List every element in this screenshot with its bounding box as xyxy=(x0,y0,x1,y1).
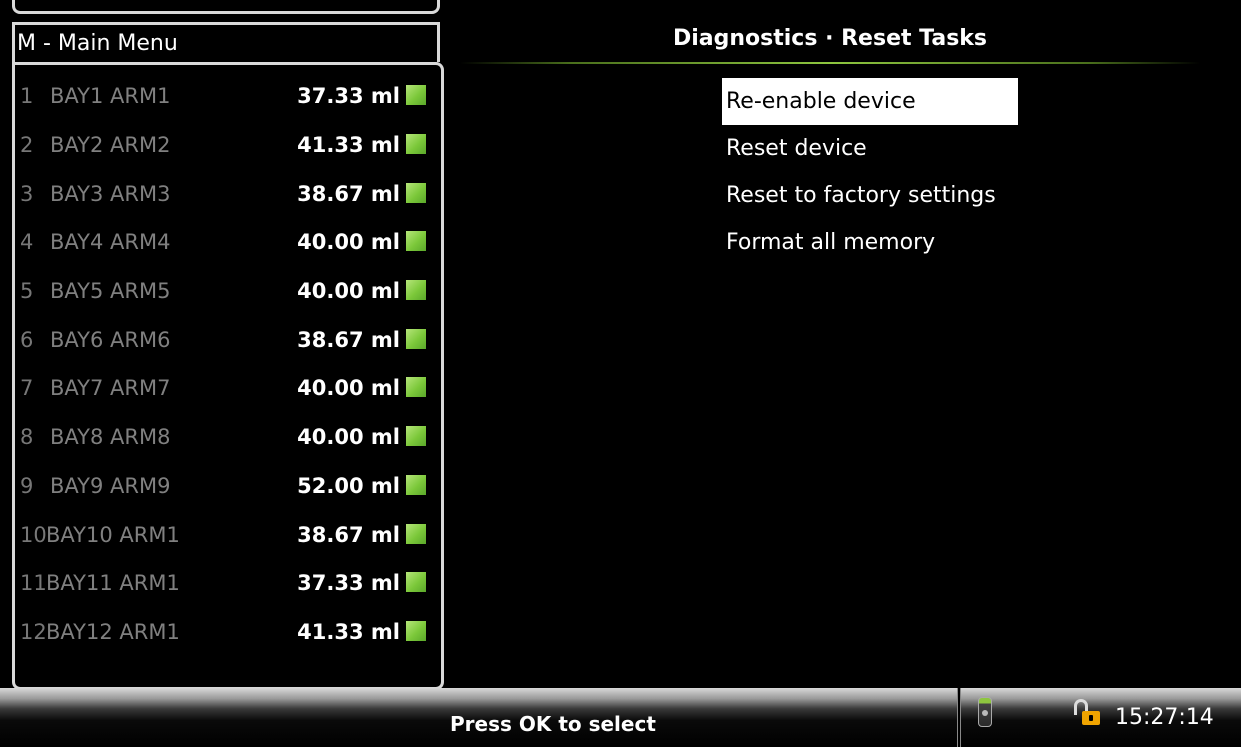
arm-row[interactable]: 5 BAY5 ARM5 40.00 ml xyxy=(20,267,440,316)
arm-row[interactable]: 1 BAY1 ARM1 37.33 ml xyxy=(20,72,440,121)
arm-row[interactable]: 7 BAY7 ARM7 40.00 ml xyxy=(20,364,440,413)
arm-volume: 40.00 ml xyxy=(297,376,400,401)
top-tab-frame xyxy=(12,0,440,14)
arm-name: BAY1 ARM1 xyxy=(50,84,171,109)
arm-list: 1 BAY1 ARM1 37.33 ml 2 BAY2 ARM2 41.33 m… xyxy=(20,72,440,656)
arm-row[interactable]: 3 BAY3 ARM3 38.67 ml xyxy=(20,169,440,218)
clock-time: 15:27:14 xyxy=(1115,705,1214,730)
arm-row[interactable]: 10 BAY10 ARM1 38.67 ml xyxy=(20,510,440,559)
arm-row[interactable]: 6 BAY6 ARM6 38.67 ml xyxy=(20,315,440,364)
arm-name: BAY2 ARM2 xyxy=(50,133,171,158)
arm-name: BAY8 ARM8 xyxy=(50,425,171,450)
arm-row[interactable]: 2 BAY2 ARM2 41.33 ml xyxy=(20,121,440,170)
arm-volume: 38.67 ml xyxy=(297,522,400,547)
main-menu-label: M - Main Menu xyxy=(17,31,178,56)
status-ok-indicator xyxy=(406,377,426,398)
handheld-device-icon xyxy=(978,697,992,727)
arm-name: BAY10 ARM1 xyxy=(46,522,180,547)
arm-name: BAY5 ARM5 xyxy=(50,279,171,304)
status-ok-indicator xyxy=(406,280,426,301)
arm-volume: 52.00 ml xyxy=(297,473,400,498)
arm-name: BAY12 ARM1 xyxy=(46,619,180,644)
status-ok-indicator xyxy=(406,328,426,349)
arm-volume: 37.33 ml xyxy=(297,84,400,109)
menu-item-re-enable-device[interactable]: Re-enable device xyxy=(722,78,1018,125)
arm-number: 8 xyxy=(20,425,34,450)
arm-number: 2 xyxy=(20,133,34,158)
status-ok-indicator xyxy=(406,231,426,252)
arm-number: 1 xyxy=(20,84,34,109)
arm-volume: 40.00 ml xyxy=(297,425,400,450)
arm-volume: 38.67 ml xyxy=(297,181,400,206)
arm-name: BAY3 ARM3 xyxy=(50,181,171,206)
menu-item-reset-device[interactable]: Reset device xyxy=(722,125,1018,172)
status-ok-indicator xyxy=(406,85,426,106)
status-ok-indicator xyxy=(406,523,426,544)
arm-row[interactable]: 4 BAY4 ARM4 40.00 ml xyxy=(20,218,440,267)
arm-volume: 37.33 ml xyxy=(297,571,400,596)
menu-item-reset-to-factory-settings[interactable]: Reset to factory settings xyxy=(722,172,1018,219)
arm-row[interactable]: 9 BAY9 ARM9 52.00 ml xyxy=(20,462,440,511)
arm-name: BAY9 ARM9 xyxy=(50,473,171,498)
arm-volume: 41.33 ml xyxy=(297,133,400,158)
status-ok-indicator xyxy=(406,572,426,593)
arm-row[interactable]: 12 BAY12 ARM1 41.33 ml xyxy=(20,608,440,657)
arm-number: 6 xyxy=(20,327,34,352)
reset-task-menu: Re-enable device Reset device Reset to f… xyxy=(722,78,1018,266)
arm-row[interactable]: 8 BAY8 ARM8 40.00 ml xyxy=(20,413,440,462)
arm-name: BAY6 ARM6 xyxy=(50,327,171,352)
status-ok-indicator xyxy=(406,182,426,203)
arm-number: 5 xyxy=(20,279,34,304)
main-menu-button[interactable]: M - Main Menu xyxy=(12,22,440,62)
menu-item-format-all-memory[interactable]: Format all memory xyxy=(722,219,1018,266)
arm-name: BAY7 ARM7 xyxy=(50,376,171,401)
arm-volume: 38.67 ml xyxy=(297,327,400,352)
status-ok-indicator xyxy=(406,474,426,495)
arm-name: BAY4 ARM4 xyxy=(50,230,171,255)
title-divider xyxy=(460,62,1200,64)
arm-number: 9 xyxy=(20,473,34,498)
status-ok-indicator xyxy=(406,134,426,155)
unlocked-padlock-icon xyxy=(1074,699,1104,727)
page-title: Diagnostics · Reset Tasks xyxy=(672,26,988,51)
arm-number: 3 xyxy=(20,181,34,206)
arm-volume: 40.00 ml xyxy=(297,279,400,304)
arm-number: 7 xyxy=(20,376,34,401)
status-prompt: Press OK to select xyxy=(450,712,656,736)
arm-row[interactable]: 11 BAY11 ARM1 37.33 ml xyxy=(20,559,440,608)
arm-volume: 40.00 ml xyxy=(297,230,400,255)
status-divider xyxy=(957,688,961,747)
arm-volume: 41.33 ml xyxy=(297,619,400,644)
status-ok-indicator xyxy=(406,620,426,641)
arm-number: 4 xyxy=(20,230,34,255)
status-ok-indicator xyxy=(406,426,426,447)
arm-name: BAY11 ARM1 xyxy=(46,571,180,596)
